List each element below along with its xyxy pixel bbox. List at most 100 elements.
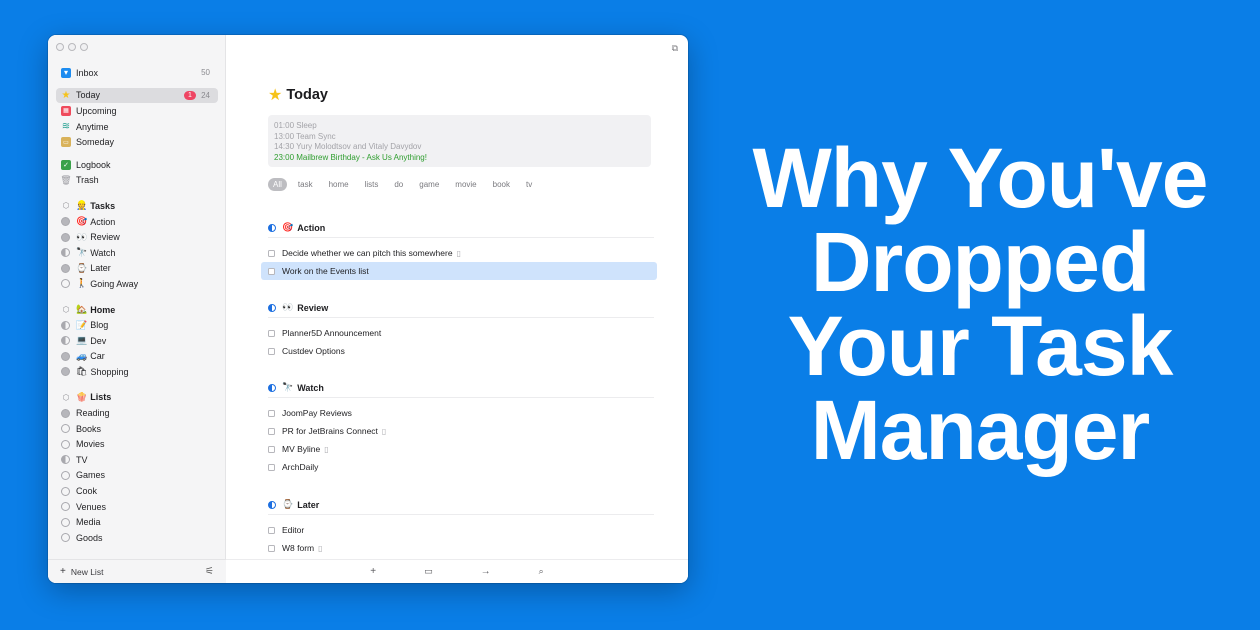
progress-ring-icon <box>61 320 70 330</box>
task-checkbox[interactable] <box>268 329 275 337</box>
sliders-icon[interactable]: ⚟ <box>205 566 214 577</box>
sidebar-item-tv[interactable]: TV <box>56 452 218 468</box>
progress-ring-icon <box>61 502 70 512</box>
section-header[interactable]: 🎯 Action <box>268 220 654 238</box>
sidebar-item-review[interactable]: 👀 Review <box>56 229 218 245</box>
main-pane: ⧉ ★ Today 01:00 Sleep 13:00 Team Sync 14:3… <box>226 35 688 583</box>
task-row[interactable]: Custdev Options <box>268 342 654 360</box>
tag-filter[interactable]: home <box>324 178 354 191</box>
task-checkbox[interactable] <box>268 249 275 257</box>
sidebar-item-logbook[interactable]: ✓ Logbook <box>56 157 218 173</box>
task-checkbox[interactable] <box>268 526 275 534</box>
sidebar-area-lists[interactable]: ⬡ 🍿 Lists <box>56 390 218 406</box>
project-emoji-icon: ⌚ <box>76 262 88 273</box>
sidebar-item-anytime[interactable]: ≋ Anytime <box>56 119 218 135</box>
sidebar-item-cook[interactable]: Cook <box>56 483 218 499</box>
sidebar-item-today[interactable]: ★ Today 1 24 <box>56 87 218 104</box>
minimize-window-button[interactable] <box>68 43 76 51</box>
progress-ring-icon <box>61 279 70 289</box>
progress-ring-icon <box>61 217 70 227</box>
task-checkbox[interactable] <box>268 409 275 417</box>
section-header[interactable]: 🔭 Watch <box>268 380 654 398</box>
copy-window-icon[interactable]: ⧉ <box>672 43 678 54</box>
section-emoji-icon: 🎯 <box>282 222 294 232</box>
task-row[interactable]: Planner5D Announcement <box>268 324 654 342</box>
sidebar-item-venues[interactable]: Venues <box>56 499 218 515</box>
sidebar-item-going-away[interactable]: 🚶 Going Away <box>56 276 218 292</box>
sidebar-item-label: Trash <box>76 175 99 186</box>
tag-filter[interactable]: tv <box>521 178 537 191</box>
section-later: ⌚ Later Editor W8 form ▯ <box>268 497 654 557</box>
headline-line: Dropped <box>810 215 1150 309</box>
task-checkbox[interactable] <box>268 267 275 275</box>
sidebar-item-watch[interactable]: 🔭 Watch <box>56 245 218 261</box>
task-checkbox[interactable] <box>268 347 275 355</box>
add-task-icon[interactable]: + <box>370 566 376 577</box>
progress-ring-icon <box>61 248 70 258</box>
sidebar-item-reading[interactable]: Reading <box>56 405 218 421</box>
sidebar-item-label: Car <box>90 351 105 362</box>
task-row[interactable]: PR for JetBrains Connect ▯ <box>268 422 654 440</box>
task-row[interactable]: W8 form ▯ <box>268 539 654 557</box>
sidebar-item-later[interactable]: ⌚ Later <box>56 261 218 277</box>
sidebar-item-books[interactable]: Books <box>56 421 218 437</box>
tag-filter[interactable]: game <box>414 178 444 191</box>
progress-ring-icon <box>61 263 70 273</box>
sidebar-item-label: Upcoming <box>76 105 117 116</box>
zoom-window-button[interactable] <box>80 43 88 51</box>
sidebar-item-movies[interactable]: Movies <box>56 436 218 452</box>
section-header[interactable]: ⌚ Later <box>268 497 654 515</box>
close-window-button[interactable] <box>56 43 64 51</box>
sidebar-item-games[interactable]: Games <box>56 468 218 484</box>
task-row[interactable]: ArchDaily <box>268 458 654 476</box>
task-checkbox[interactable] <box>268 427 275 435</box>
tag-filter[interactable]: movie <box>450 178 481 191</box>
area-cube-icon: ⬡ <box>62 305 70 315</box>
task-row[interactable]: MV Byline ▯ <box>268 440 654 458</box>
sidebar-area-tasks[interactable]: ⬡ 👷 Tasks <box>56 198 218 214</box>
sidebar-item-label: Shopping <box>90 366 129 377</box>
section-title: Action <box>297 222 326 233</box>
task-checkbox[interactable] <box>268 463 275 471</box>
sidebar-item-media[interactable]: Media <box>56 514 218 530</box>
sidebar-item-goods[interactable]: Goods <box>56 530 218 546</box>
task-title: W8 form <box>282 543 315 553</box>
tag-filter[interactable]: task <box>293 178 318 191</box>
search-icon[interactable]: ⌕ <box>539 566 544 577</box>
tag-filter[interactable]: book <box>488 178 515 191</box>
calendar-event: 14:30 Yury Molodtsov and Vitaly Davydov <box>274 142 422 151</box>
task-row[interactable]: Editor <box>268 521 654 539</box>
sidebar-item-action[interactable]: 🎯 Action <box>56 214 218 230</box>
task-checkbox[interactable] <box>268 544 275 552</box>
note-icon: ▯ <box>318 543 323 553</box>
sidebar-item-car[interactable]: 🚙 Car <box>56 349 218 365</box>
sidebar-item-blog[interactable]: 📝 Blog <box>56 317 218 333</box>
calendar-icon[interactable]: ▭ <box>424 566 433 577</box>
progress-ring-icon <box>61 470 70 480</box>
tag-filter[interactable]: lists <box>360 178 384 191</box>
sidebar-item-shopping[interactable]: 🛍 Shopping <box>56 364 218 380</box>
sidebar-area-home[interactable]: ⬡ 🏡 Home <box>56 302 218 318</box>
calendar-events[interactable]: 01:00 Sleep 13:00 Team Sync 14:30 Yury Mol… <box>268 115 651 167</box>
tag-filter[interactable]: do <box>389 178 408 191</box>
sidebar-item-inbox[interactable]: ▾ Inbox 50 <box>56 65 218 81</box>
sidebar-item-someday[interactable]: ▭ Someday <box>56 134 218 150</box>
sidebar-item-label: Anytime <box>76 121 109 132</box>
new-list-button[interactable]: New List <box>71 567 104 577</box>
tag-filter[interactable]: All <box>268 178 287 191</box>
arrow-right-icon[interactable]: → <box>481 566 491 577</box>
sidebar-item-upcoming[interactable]: ▦ Upcoming <box>56 103 218 119</box>
logbook-icon: ✓ <box>61 159 71 170</box>
task-title: Decide whether we can pitch this somewhe… <box>282 248 453 258</box>
sidebar-item-dev[interactable]: 💻 Dev <box>56 333 218 349</box>
headline-line: Manager <box>810 383 1150 477</box>
task-checkbox[interactable] <box>268 445 275 453</box>
section-header[interactable]: 👀 Review <box>268 300 654 318</box>
task-title: Editor <box>282 525 305 535</box>
task-row[interactable]: Decide whether we can pitch this somewhe… <box>268 244 654 262</box>
progress-ring-icon <box>61 336 70 346</box>
sidebar-item-trash[interactable]: 🗑 Trash <box>56 173 218 189</box>
task-row[interactable]: Work on the Events list <box>261 262 657 280</box>
archive-box-icon: ▭ <box>61 137 71 148</box>
task-row[interactable]: JoomPay Reviews <box>268 404 654 422</box>
